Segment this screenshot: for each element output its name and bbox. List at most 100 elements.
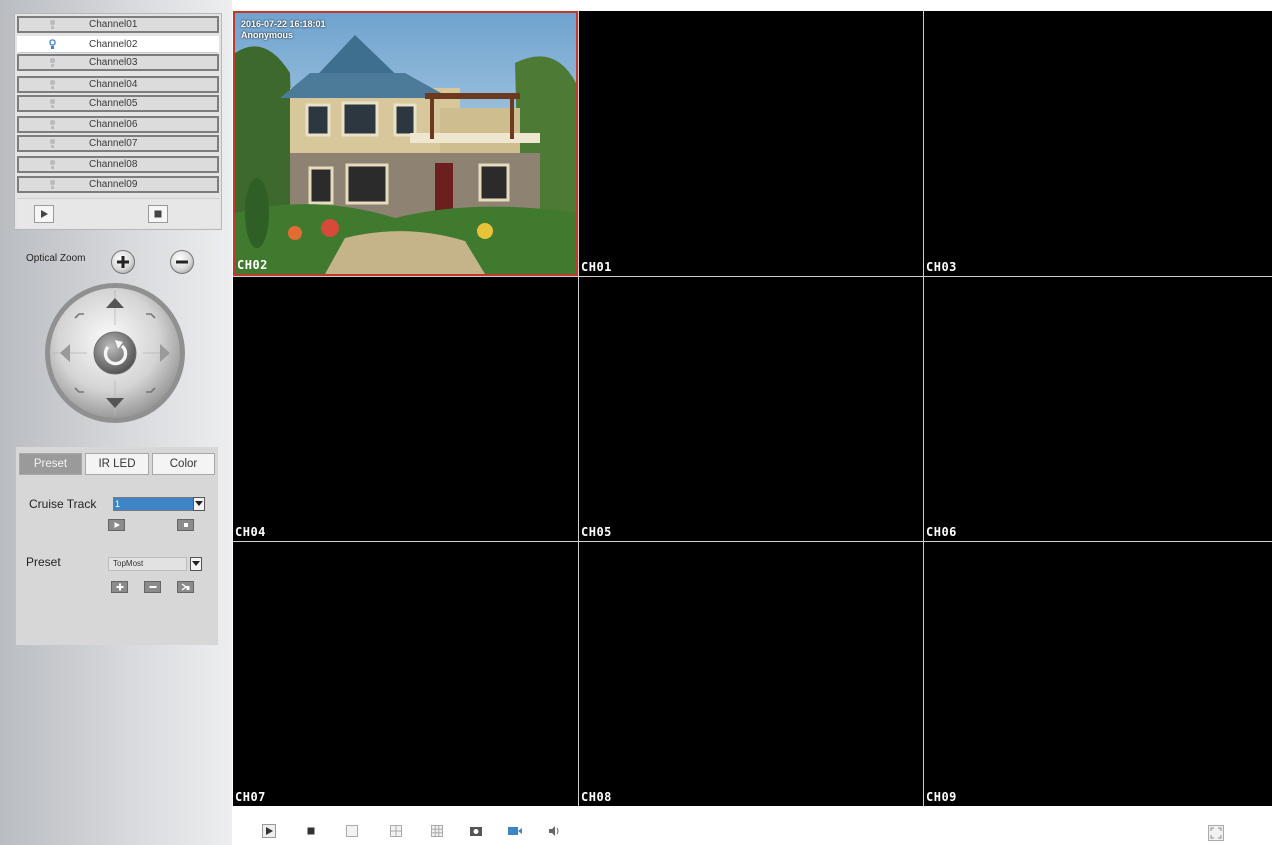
channel-row[interactable]: Channel07 bbox=[17, 135, 219, 152]
channel-row[interactable]: Channel03 bbox=[17, 54, 219, 71]
cell-label: CH04 bbox=[235, 525, 266, 539]
ptz-settings-panel: Preset IR LED Color Cruise Track 1 Prese… bbox=[16, 447, 218, 645]
grid-divider bbox=[233, 541, 1272, 542]
camera-offline-icon bbox=[50, 160, 55, 169]
cruise-start-button[interactable] bbox=[108, 519, 125, 531]
tab-ir-led[interactable]: IR LED bbox=[85, 453, 149, 475]
left-panel: Channel01 Channel02 Channel03 Channel04 … bbox=[0, 0, 232, 845]
channel-row[interactable]: Channel01 bbox=[17, 16, 219, 33]
cell-label: CH05 bbox=[581, 525, 612, 539]
tab-preset[interactable]: Preset bbox=[19, 453, 82, 475]
stop-icon bbox=[307, 827, 315, 835]
grid-divider bbox=[578, 11, 579, 806]
grid-divider bbox=[233, 276, 1272, 277]
camera-offline-icon bbox=[50, 139, 55, 148]
stop-button[interactable] bbox=[303, 823, 319, 839]
goto-icon bbox=[181, 583, 190, 591]
tab-color[interactable]: Color bbox=[152, 453, 215, 475]
channel-list: Channel01 Channel02 Channel03 Channel04 … bbox=[14, 13, 222, 230]
channel-row[interactable]: Channel05 bbox=[17, 95, 219, 112]
osd-timestamp: 2016-07-22 16:18:01 bbox=[241, 19, 326, 29]
camera-offline-icon bbox=[50, 58, 55, 67]
channel-row[interactable]: Channel09 bbox=[17, 176, 219, 193]
cruise-dropdown-button[interactable] bbox=[193, 497, 205, 511]
record-button[interactable] bbox=[507, 823, 523, 839]
audio-icon bbox=[549, 826, 559, 836]
plus-icon bbox=[117, 256, 129, 268]
grid-divider bbox=[923, 11, 924, 806]
audio-button[interactable] bbox=[546, 823, 562, 839]
single-view-button[interactable] bbox=[344, 823, 360, 839]
camera-online-icon bbox=[49, 39, 56, 49]
camera-live-image bbox=[235, 13, 576, 274]
preset-select[interactable]: TopMost bbox=[108, 557, 187, 571]
optical-zoom-label: Optical Zoom bbox=[26, 253, 86, 264]
cruise-track-label: Cruise Track bbox=[29, 497, 97, 511]
cell-label: CH03 bbox=[926, 260, 957, 274]
zoom-out-button[interactable] bbox=[170, 250, 194, 274]
cruise-track-select[interactable]: 1 bbox=[113, 497, 203, 511]
camera-offline-icon bbox=[50, 120, 55, 129]
nine-view-icon bbox=[431, 825, 443, 837]
cell-label: CH09 bbox=[926, 790, 957, 804]
quad-view-button[interactable] bbox=[388, 823, 404, 839]
video-cell[interactable]: CH03 bbox=[924, 11, 1272, 276]
zoom-in-button[interactable] bbox=[111, 250, 135, 274]
osd-username: Anonymous bbox=[241, 30, 294, 40]
record-icon bbox=[508, 827, 522, 835]
minus-icon bbox=[149, 586, 156, 588]
video-cell[interactable]: CH06 bbox=[924, 277, 1272, 541]
camera-offline-icon bbox=[50, 99, 55, 108]
stop-icon bbox=[183, 523, 188, 527]
video-osd-overlay: 2016-07-22 16:18:01 Anonymous bbox=[241, 19, 326, 41]
channel-row-active[interactable]: Channel02 bbox=[17, 36, 219, 53]
stop-all-button[interactable] bbox=[148, 205, 168, 223]
camera-offline-icon bbox=[50, 180, 55, 189]
video-cell[interactable]: CH09 bbox=[924, 542, 1272, 806]
play-icon bbox=[41, 210, 48, 218]
quad-view-icon bbox=[390, 825, 402, 837]
chevron-down-icon bbox=[192, 561, 200, 566]
cell-label: CH06 bbox=[926, 525, 957, 539]
cruise-stop-button[interactable] bbox=[177, 519, 194, 531]
camera-offline-icon bbox=[50, 80, 55, 89]
camera-offline-icon bbox=[50, 20, 55, 29]
play-icon bbox=[114, 522, 120, 528]
delete-preset-button[interactable] bbox=[144, 581, 161, 593]
plus-icon bbox=[116, 583, 123, 591]
preset-dropdown-button[interactable] bbox=[190, 557, 202, 571]
minus-icon bbox=[176, 260, 188, 264]
snapshot-icon bbox=[470, 827, 482, 836]
video-cell[interactable]: CH04 bbox=[233, 277, 578, 541]
video-grid: 2016-07-22 16:18:01 Anonymous CH02 CH01 … bbox=[233, 11, 1272, 806]
cell-label: CH02 bbox=[237, 258, 268, 272]
ptz-direction-dial[interactable] bbox=[42, 280, 188, 426]
cell-label: CH07 bbox=[235, 790, 266, 804]
channel-row[interactable]: Channel08 bbox=[17, 156, 219, 173]
single-view-icon bbox=[346, 825, 358, 837]
snapshot-button[interactable] bbox=[468, 823, 484, 839]
preset-label: Preset bbox=[26, 555, 61, 569]
cell-label: CH01 bbox=[581, 260, 612, 274]
add-preset-button[interactable] bbox=[111, 581, 128, 593]
bottom-toolbar bbox=[233, 812, 1272, 845]
channel-row[interactable]: Channel04 bbox=[17, 76, 219, 93]
play-button[interactable] bbox=[261, 823, 277, 839]
goto-preset-button[interactable] bbox=[177, 581, 194, 593]
chevron-down-icon bbox=[195, 501, 203, 506]
cell-label: CH08 bbox=[581, 790, 612, 804]
stop-icon bbox=[154, 210, 162, 218]
video-cell[interactable]: CH01 bbox=[579, 11, 923, 276]
video-cell[interactable]: CH08 bbox=[579, 542, 923, 806]
video-cell[interactable]: CH05 bbox=[579, 277, 923, 541]
play-all-button[interactable] bbox=[34, 205, 54, 223]
fullscreen-button[interactable] bbox=[1208, 825, 1224, 841]
play-icon bbox=[262, 824, 276, 838]
ptz-control: Optical Zoom bbox=[14, 237, 222, 437]
channel-row[interactable]: Channel06 bbox=[17, 116, 219, 133]
video-cell[interactable]: CH07 bbox=[233, 542, 578, 806]
fullscreen-icon bbox=[1208, 825, 1224, 841]
video-cell-selected[interactable]: 2016-07-22 16:18:01 Anonymous CH02 bbox=[233, 11, 578, 276]
nine-view-button[interactable] bbox=[429, 823, 445, 839]
channel-controls bbox=[17, 198, 220, 228]
